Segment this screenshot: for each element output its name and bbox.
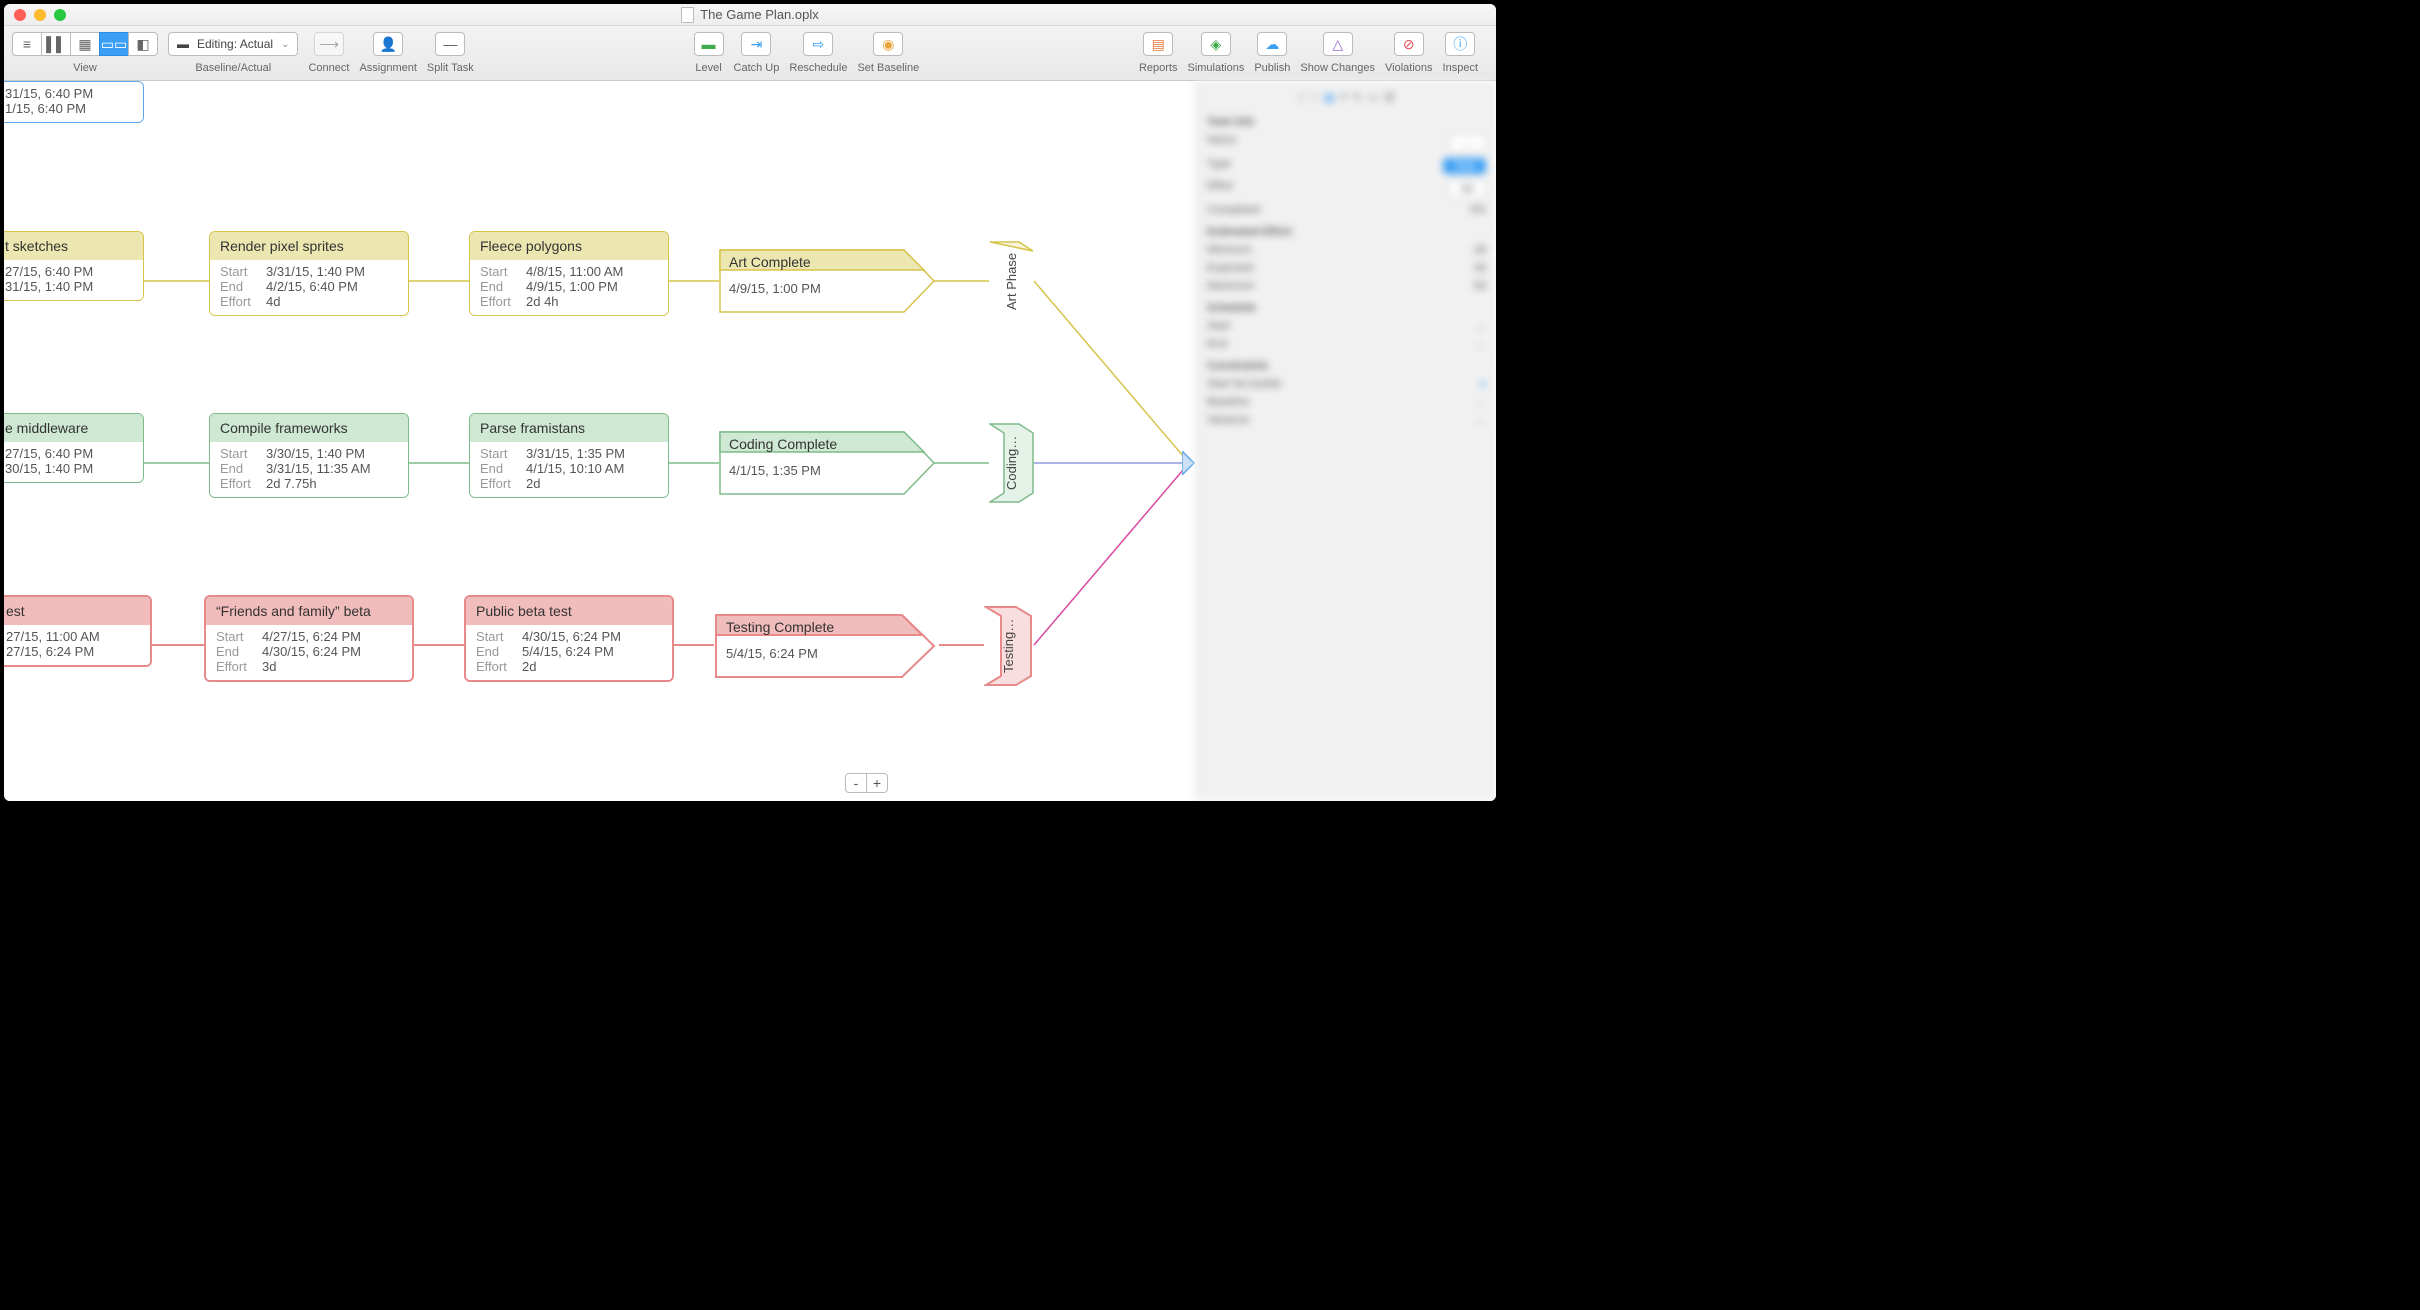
violations-button[interactable]: ⊘	[1394, 32, 1424, 56]
network-canvas[interactable]: 31/15, 6:40 PM 1/15, 6:40 PM t sketches …	[4, 81, 1196, 801]
zoom-out-button[interactable]: -	[845, 773, 867, 793]
toolbar: ≡ ▌▌ ▦ ▭▭ ◧ View ▬ Editing: Actual ⌄ Bas…	[4, 26, 1496, 81]
titlebar: The Game Plan.oplx	[4, 4, 1496, 26]
view-network-button[interactable]: ▭▭	[99, 32, 129, 56]
view-gantt-button[interactable]: ≡	[12, 32, 42, 56]
baseline-dropdown[interactable]: ▬ Editing: Actual ⌄	[168, 32, 298, 56]
zoom-in-button[interactable]: +	[866, 773, 888, 793]
converge-node[interactable]	[1182, 451, 1196, 475]
baseline-label: Baseline/Actual	[195, 62, 271, 74]
window-title: The Game Plan.oplx	[4, 7, 1496, 23]
task-node[interactable]: e middleware 27/15, 6:40 PM 30/15, 1:40 …	[4, 413, 144, 483]
view-resources-button[interactable]: ▌▌	[41, 32, 71, 56]
connect-button[interactable]: ⟶	[314, 32, 344, 56]
reschedule-button[interactable]: ⇨	[803, 32, 833, 56]
task-node[interactable]: t sketches 27/15, 6:40 PM 31/15, 1:40 PM	[4, 231, 144, 301]
task-node[interactable]: “Friends and family” beta Start4/27/15, …	[204, 595, 414, 682]
split-task-button[interactable]: ⎯⎯	[435, 32, 465, 56]
simulations-button[interactable]: ◈	[1201, 32, 1231, 56]
view-style-button[interactable]: ◧	[128, 32, 158, 56]
task-node[interactable]: est 27/15, 11:00 AM 27/15, 6:24 PM	[4, 595, 152, 667]
task-node[interactable]: 31/15, 6:40 PM 1/15, 6:40 PM	[4, 81, 144, 123]
task-node[interactable]: Fleece polygons Start4/8/15, 11:00 AM En…	[469, 231, 669, 316]
task-node[interactable]: Render pixel sprites Start3/31/15, 1:40 …	[209, 231, 409, 316]
view-calendar-button[interactable]: ▦	[70, 32, 100, 56]
assignment-button[interactable]: 👤	[373, 32, 403, 56]
task-node[interactable]: Parse framistans Start3/31/15, 1:35 PM E…	[469, 413, 669, 498]
document-icon	[681, 7, 694, 23]
catch-up-button[interactable]: ⇥	[741, 32, 771, 56]
inspector-panel: ⌂○▦≡✎▭☰ Task Info Name… TypeTask Effort4…	[1196, 81, 1496, 801]
inspect-button[interactable]: ⓘ	[1445, 32, 1475, 56]
task-node[interactable]: Public beta test Start4/30/15, 6:24 PM E…	[464, 595, 674, 682]
reports-button[interactable]: ▤	[1143, 32, 1173, 56]
show-changes-button[interactable]: △	[1323, 32, 1353, 56]
level-button[interactable]: ▬	[694, 32, 724, 56]
set-baseline-button[interactable]: ◉	[873, 32, 903, 56]
view-label: View	[73, 62, 97, 74]
publish-button[interactable]: ☁	[1257, 32, 1287, 56]
task-node[interactable]: Compile frameworks Start3/30/15, 1:40 PM…	[209, 413, 409, 498]
